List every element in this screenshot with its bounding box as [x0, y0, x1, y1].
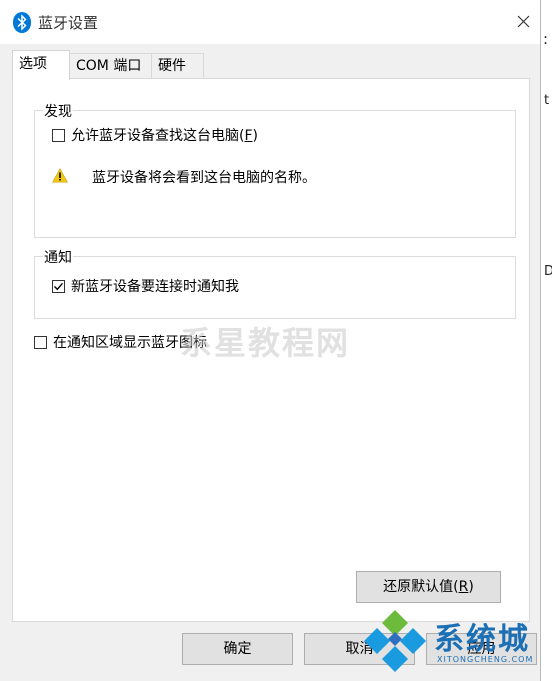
tab-label: 硬件: [158, 58, 186, 74]
restore-defaults-accesskey: R: [458, 579, 469, 595]
tab-com-ports[interactable]: COM 端口: [69, 53, 152, 78]
show-tray-icon-checkbox[interactable]: [34, 336, 47, 349]
window-title: 蓝牙设置: [38, 14, 99, 32]
notify-new-device-label[interactable]: 新蓝牙设备要连接时通知我: [71, 276, 239, 296]
tab-options[interactable]: 选项: [12, 50, 70, 80]
close-icon: [517, 15, 530, 28]
background-text-fragment: t: [544, 93, 550, 108]
allow-discovery-text: 允许蓝牙设备查找这台电脑(: [71, 128, 245, 144]
warning-text: 蓝牙设备将会看到这台电脑的名称。: [92, 170, 316, 186]
allow-discovery-text-end: ): [252, 128, 258, 144]
tab-strip: 选项 COM 端口 硬件: [0, 50, 540, 80]
allow-discovery-checkbox[interactable]: [52, 129, 65, 142]
bluetooth-settings-dialog: 蓝牙设置 选项 COM 端口 硬件 发现 允许蓝牙设备查找这台电脑(F) 蓝牙设…: [0, 0, 541, 681]
discovery-group: 发现 允许蓝牙设备查找这台电脑(F) 蓝牙设备将会看到这台电脑的名称。: [34, 101, 516, 238]
site-logo: 系统城 XITONGCHENG.COM: [360, 608, 552, 681]
discovery-legend: 发现: [43, 101, 73, 121]
notification-legend: 通知: [43, 247, 73, 267]
allow-discovery-label[interactable]: 允许蓝牙设备查找这台电脑(F): [71, 125, 258, 145]
site-logo-name: 系统城: [434, 622, 530, 657]
restore-defaults-text: 还原默认值(: [383, 579, 459, 595]
background-text-fragment: D: [544, 264, 552, 279]
checkmark-icon: [54, 282, 64, 291]
tab-hardware[interactable]: 硬件: [151, 53, 204, 78]
notification-group: 通知 新蓝牙设备要连接时通知我: [34, 247, 516, 319]
background-text-fragment: :: [543, 30, 549, 48]
tab-label: COM 端口: [76, 58, 142, 74]
ok-button[interactable]: 确定: [182, 633, 293, 665]
notify-new-device-checkbox[interactable]: [52, 280, 65, 293]
bluetooth-icon: [13, 12, 31, 33]
tab-label: 选项: [19, 56, 47, 72]
title-bar: 蓝牙设置: [0, 0, 540, 44]
restore-defaults-button[interactable]: 还原默认值(R): [356, 571, 501, 603]
close-button[interactable]: [508, 8, 538, 36]
show-tray-icon-label[interactable]: 在通知区域显示蓝牙图标: [53, 332, 207, 352]
restore-defaults-text-end: ): [468, 579, 474, 595]
site-logo-url: XITONGCHENG.COM: [437, 655, 534, 664]
warning-icon: [52, 168, 68, 183]
diamond-logo-icon: [364, 610, 426, 672]
options-panel: 发现 允许蓝牙设备查找这台电脑(F) 蓝牙设备将会看到这台电脑的名称。 通知 新…: [12, 78, 530, 622]
allow-discovery-accesskey: F: [244, 128, 253, 144]
